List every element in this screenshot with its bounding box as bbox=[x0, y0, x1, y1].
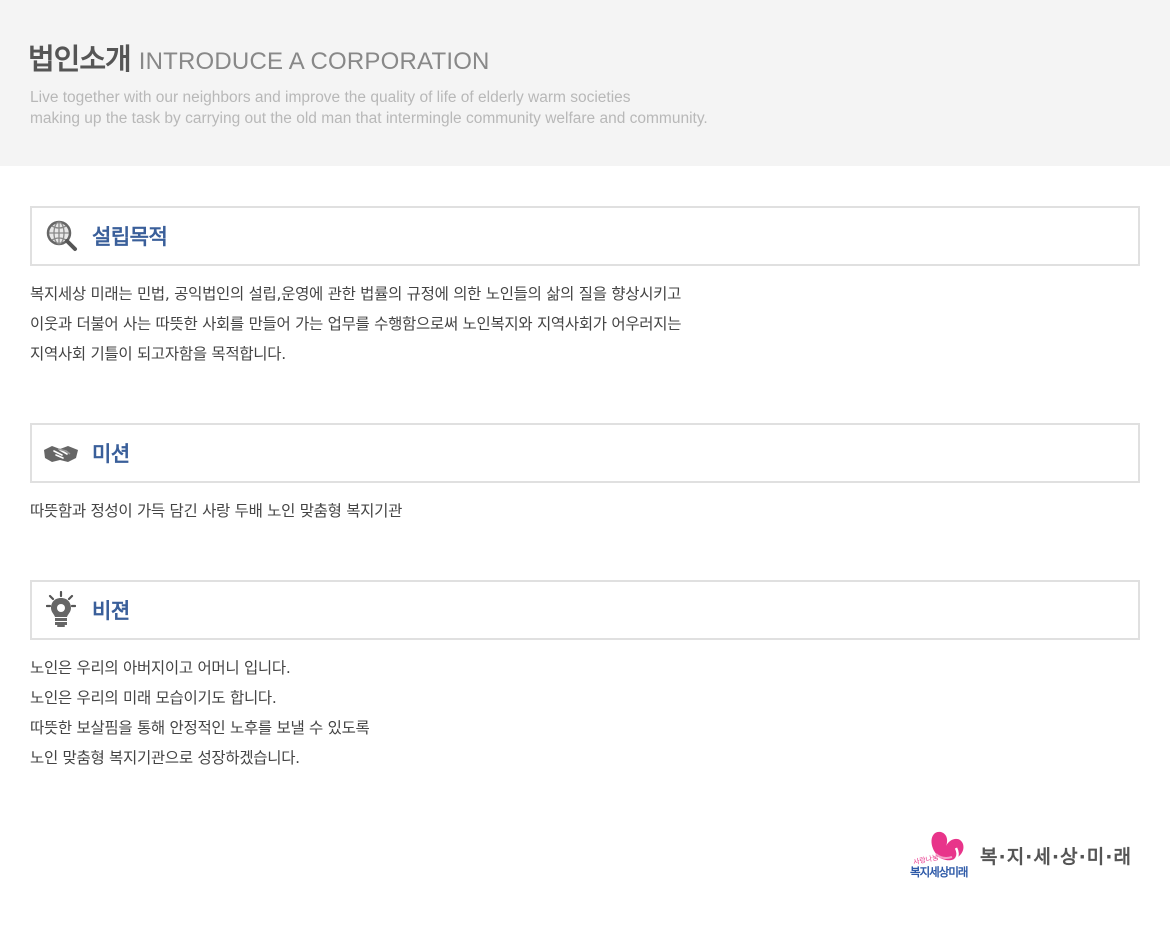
section-title: 설립목적 bbox=[92, 225, 168, 249]
section-body-vision: 노인은 우리의 아버지이고 어머니 입니다. 노인은 우리의 미래 모습이기도 … bbox=[30, 653, 370, 773]
organization-logo: 사랑나눔 복지세상미래 복·지·세·상·미·래 bbox=[908, 826, 1148, 886]
body-line: 복지세상 미래는 민법, 공익법인의 설립,운영에 관한 법률의 규정에 의한 … bbox=[30, 285, 682, 303]
handshake-icon bbox=[42, 436, 78, 470]
section-header-purpose: 설립목적 bbox=[30, 206, 1140, 266]
body-line: 따뜻한 보살핌을 통해 안정적인 노후를 보낼 수 있도록 bbox=[30, 719, 370, 737]
logo-mark: 사랑나눔 복지세상미래 bbox=[908, 826, 978, 884]
page-title: 법인소개 INTRODUCE A CORPORATION bbox=[28, 36, 490, 78]
lightbulb-icon bbox=[45, 590, 80, 627]
section-title: 비젼 bbox=[92, 599, 130, 623]
logo-text: 복·지·세·상·미·래 bbox=[980, 846, 1132, 868]
body-line: 이웃과 더불어 사는 따뜻한 사회를 만들어 가는 업무를 수행함으로써 노인복… bbox=[30, 315, 682, 333]
body-line: 노인은 우리의 미래 모습이기도 합니다. bbox=[30, 689, 277, 707]
body-line: 따뜻함과 정성이 가득 담긴 사랑 두배 노인 맞춤형 복지기관 bbox=[30, 502, 403, 520]
page-title-english: INTRODUCE A CORPORATION bbox=[138, 48, 490, 75]
page-header: 법인소개 INTRODUCE A CORPORATION Live togethe… bbox=[0, 0, 1170, 166]
page-title-korean: 법인소개 bbox=[28, 42, 132, 76]
logo-small-text: 복지세상미래 bbox=[910, 865, 968, 879]
magnifier-globe-icon bbox=[44, 219, 78, 253]
page-subtitle-line: Live together with our neighbors and imp… bbox=[30, 89, 631, 106]
body-line: 지역사회 기틀이 되고자함을 목적합니다. bbox=[30, 345, 286, 363]
section-body-purpose: 복지세상 미래는 민법, 공익법인의 설립,운영에 관한 법률의 규정에 의한 … bbox=[30, 279, 681, 369]
body-line: 노인 맞춤형 복지기관으로 성장하겠습니다. bbox=[30, 749, 300, 767]
section-header-vision: 비젼 bbox=[30, 580, 1140, 640]
section-header-mission: 미션 bbox=[30, 423, 1140, 483]
section-body-mission: 따뜻함과 정성이 가득 담긴 사랑 두배 노인 맞춤형 복지기관 bbox=[30, 496, 402, 526]
page-subtitle-line: making up the task by carrying out the o… bbox=[30, 110, 708, 127]
page-subtitle: Live together with our neighbors and imp… bbox=[30, 87, 708, 129]
body-line: 노인은 우리의 아버지이고 어머니 입니다. bbox=[30, 659, 291, 677]
section-title: 미션 bbox=[92, 442, 130, 466]
